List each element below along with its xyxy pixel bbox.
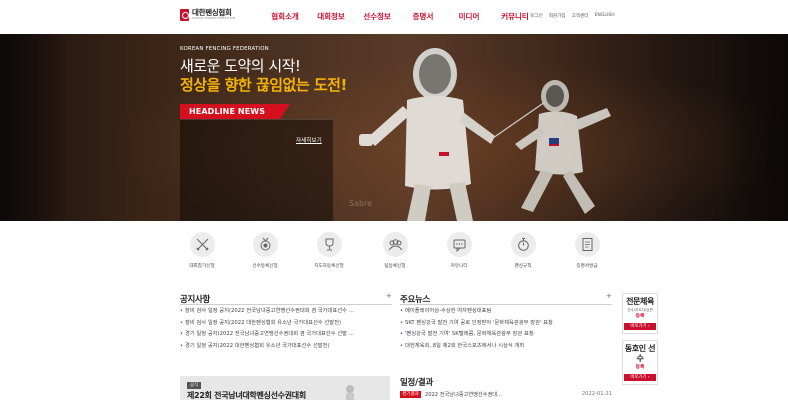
news-divider bbox=[400, 304, 612, 305]
schedule-item-text: 2022 전국남녀중고연맹선수권대... bbox=[424, 392, 502, 398]
login-link[interactable]: 로그인 bbox=[530, 13, 543, 19]
sabre-watermark: Sabre bbox=[349, 199, 373, 208]
trophy-icon bbox=[316, 232, 342, 257]
list-item-text: 대한체육회, 8일 제2회 한국스포츠에서나 시상식 개최 bbox=[404, 342, 525, 349]
hero-kicker: KOREAN FENCING FEDERATION bbox=[180, 46, 269, 52]
bullet-icon: • bbox=[180, 342, 183, 349]
quick-label: 대회참가신청 bbox=[189, 264, 215, 269]
header: 대한펜싱협회 KOREAN FENCING FEDERATION 협회소개 대회… bbox=[0, 0, 788, 34]
logo-name: 대한펜싱협회 bbox=[192, 8, 232, 18]
hero-subheadline: 정상을 향한 끊임없는 도전! bbox=[180, 76, 347, 94]
banner-register: 등록 bbox=[635, 365, 645, 370]
bullet-icon: • bbox=[180, 319, 183, 326]
banner-go-link[interactable]: 바로가기 › bbox=[624, 374, 656, 381]
signup-link[interactable]: 회원가입 bbox=[549, 13, 566, 19]
quick-label: 커뮤니티 bbox=[450, 264, 468, 269]
fencers-photo bbox=[359, 48, 611, 221]
hero-headline: 새로운 도약의 시작! bbox=[180, 57, 301, 75]
quick-certificate-issue[interactable]: 증명서발급 bbox=[565, 232, 609, 269]
quick-label: 증명서발급 bbox=[576, 264, 598, 269]
result-badge: 경기결과 bbox=[400, 391, 421, 398]
nav-athletes[interactable]: 선수정보 bbox=[354, 0, 400, 34]
news-more-button[interactable]: + bbox=[606, 292, 612, 300]
list-item-text: 경기 일정 공지(2022 대한펜싱협회 유소년 국가대표선수 선발전) bbox=[184, 342, 330, 349]
chat-icon bbox=[446, 232, 472, 257]
banner-title: 동호인 선수 bbox=[624, 344, 656, 363]
bullet-icon: • bbox=[400, 331, 403, 337]
schedule-row[interactable]: 경기결과 2022 전국남녀중고연맹선수권대... 2022-01-21 bbox=[400, 391, 612, 398]
federation-emblem-icon bbox=[180, 9, 189, 21]
side-banners: 전문체육 선수/지도자/심판 등록 바로가기 › 동호인 선수 등록 바로가기 … bbox=[622, 293, 658, 391]
quick-fencing-rules[interactable]: 펜싱규칙 bbox=[501, 232, 545, 269]
list-item[interactable]: • 장비 검사 일정 공지(2022 전국남녀중고연맹선수권대회 겸 국가대표선수… bbox=[180, 306, 392, 318]
team-icon bbox=[382, 232, 408, 257]
list-item-text: 장비 검사 일정 공지(2022 전국남녀중고연맹선수권대회 겸 국가대표선수 … bbox=[184, 308, 354, 314]
bullet-icon: • bbox=[180, 308, 183, 314]
utility-links: 로그인 회원가입 고객센터 ENGLISH bbox=[530, 13, 615, 19]
quick-label: 팀등록신청 bbox=[384, 264, 406, 269]
quick-coach-registration[interactable]: 지도자등록신청 bbox=[307, 232, 351, 269]
support-link[interactable]: 고객센터 bbox=[572, 13, 589, 19]
quick-athlete-registration[interactable]: 선수등록신청 bbox=[243, 232, 287, 269]
main-nav: 협회소개 대회정보 선수정보 증명서 미디어 커뮤니티 bbox=[262, 0, 538, 34]
list-item-text: SKT 펜싱강국 발전 기여 공로 인정받아 '문화체육관광부 장관' 표창 bbox=[404, 319, 553, 326]
hero-edge-right bbox=[720, 34, 788, 221]
banner-go-link[interactable]: 바로가기 › bbox=[624, 323, 656, 330]
list-item-text: '펜싱강국 발전 기여' SK텔레콤, 문화체육관광부 장관 표창 bbox=[404, 331, 534, 337]
read-more-link[interactable]: 자세히보기 bbox=[296, 136, 322, 144]
quick-label: 지도자등록신청 bbox=[314, 264, 344, 269]
notice-list: • 장비 검사 일정 공지(2022 전국남녀중고연맹선수권대회 겸 국가대표선수… bbox=[180, 306, 392, 352]
logo-text: 대한펜싱협회 KOREAN FENCING FEDERATION bbox=[192, 9, 235, 20]
quick-label: 펜싱규칙 bbox=[514, 264, 532, 269]
bullet-icon: • bbox=[400, 319, 403, 326]
stopwatch-icon bbox=[510, 232, 536, 257]
english-link[interactable]: ENGLISH bbox=[595, 13, 615, 19]
pro-sports-registration-banner[interactable]: 전문체육 선수/지도자/심판 등록 바로가기 › bbox=[622, 293, 658, 334]
logo[interactable]: 대한펜싱협회 KOREAN FENCING FEDERATION bbox=[180, 9, 235, 21]
quick-label: 선수등록신청 bbox=[252, 264, 278, 269]
notice-more-button[interactable]: + bbox=[386, 292, 392, 300]
fencer-silhouette-icon bbox=[346, 385, 354, 400]
amateur-registration-banner[interactable]: 동호인 선수 등록 바로가기 › bbox=[622, 340, 658, 385]
notice-divider bbox=[180, 304, 392, 305]
list-item[interactable]: • 경기 일정 공지(2022 전국남녀중고연맹선수권대회 겸 국가대표선수 선발… bbox=[180, 329, 392, 341]
hero-edge-left bbox=[0, 34, 68, 221]
list-item[interactable]: • 경기 일정 공지(2022 대한펜싱협회 유소년 국가대표선수 선발전) bbox=[180, 341, 392, 353]
bullet-icon: • bbox=[400, 342, 403, 349]
document-icon bbox=[574, 232, 600, 257]
quick-competition-entry[interactable]: 대회참가신청 bbox=[180, 232, 224, 269]
schedule-title: 일정/결과 bbox=[400, 378, 433, 388]
quick-community[interactable]: 커뮤니티 bbox=[437, 232, 481, 269]
news-list: • 메이플레이어상-수상한 여자펜싱대표팀 • SKT 펜싱강국 발전 기여 공로 … bbox=[400, 306, 612, 352]
hero-banner: KOREAN FENCING FEDERATION 새로운 도약의 시작! 정상… bbox=[0, 34, 788, 221]
list-item[interactable]: • SKT 펜싱강국 발전 기여 공로 인정받아 '문화체육관광부 장관' 표창 bbox=[400, 318, 612, 330]
promo-title: 제22회 전국남녀대학펜싱선수권대회 bbox=[187, 391, 306, 400]
promo-tag: 공식 bbox=[187, 382, 202, 389]
nav-competitions[interactable]: 대회정보 bbox=[308, 0, 354, 34]
banner-title: 전문체육 bbox=[626, 297, 654, 306]
list-item[interactable]: • '펜싱강국 발전 기여' SK텔레콤, 문화체육관광부 장관 표창 bbox=[400, 329, 612, 341]
list-item-text: 장비 검사 일정 공지(2022 대한펜싱협회 유소년 국가대표선수 선발전) bbox=[184, 319, 342, 326]
nav-media[interactable]: 미디어 bbox=[446, 0, 492, 34]
list-item-text: 경기 일정 공지(2022 전국남녀중고연맹선수권대회 겸 국가대표선수 선발 … bbox=[184, 331, 354, 337]
page: 대한펜싱협회 KOREAN FENCING FEDERATION 협회소개 대회… bbox=[0, 0, 788, 400]
schedule-date: 2022-01-21 bbox=[581, 391, 612, 397]
nav-about[interactable]: 협회소개 bbox=[262, 0, 308, 34]
bullet-icon: • bbox=[400, 308, 403, 314]
tournament-promo-banner[interactable]: 공식 제22회 전국남녀대학펜싱선수권대회 bbox=[180, 376, 390, 400]
quick-team-registration[interactable]: 팀등록신청 bbox=[373, 232, 417, 269]
logo-subtitle: KOREAN FENCING FEDERATION bbox=[192, 16, 235, 20]
list-item[interactable]: • 대한체육회, 8일 제2회 한국스포츠에서나 시상식 개최 bbox=[400, 341, 612, 353]
bullet-icon: • bbox=[180, 331, 183, 337]
nav-certificates[interactable]: 증명서 bbox=[400, 0, 446, 34]
medal-icon bbox=[252, 232, 278, 257]
list-item[interactable]: • 메이플레이어상-수상한 여자펜싱대표팀 bbox=[400, 306, 612, 318]
headline-news-tab: HEADLINE NEWS bbox=[180, 104, 290, 119]
list-item-text: 메이플레이어상-수상한 여자펜싱대표팀 bbox=[404, 308, 492, 314]
quick-menu: 대회참가신청 선수등록신청 지도자등록신청 팀등록신청 커뮤니티 펜싱규칙 증명… bbox=[180, 232, 610, 276]
headline-news-box bbox=[180, 119, 333, 221]
banner-register: 등록 bbox=[635, 314, 645, 319]
crossed-swords-icon bbox=[189, 232, 215, 257]
list-item[interactable]: • 장비 검사 일정 공지(2022 대한펜싱협회 유소년 국가대표선수 선발전) bbox=[180, 318, 392, 330]
